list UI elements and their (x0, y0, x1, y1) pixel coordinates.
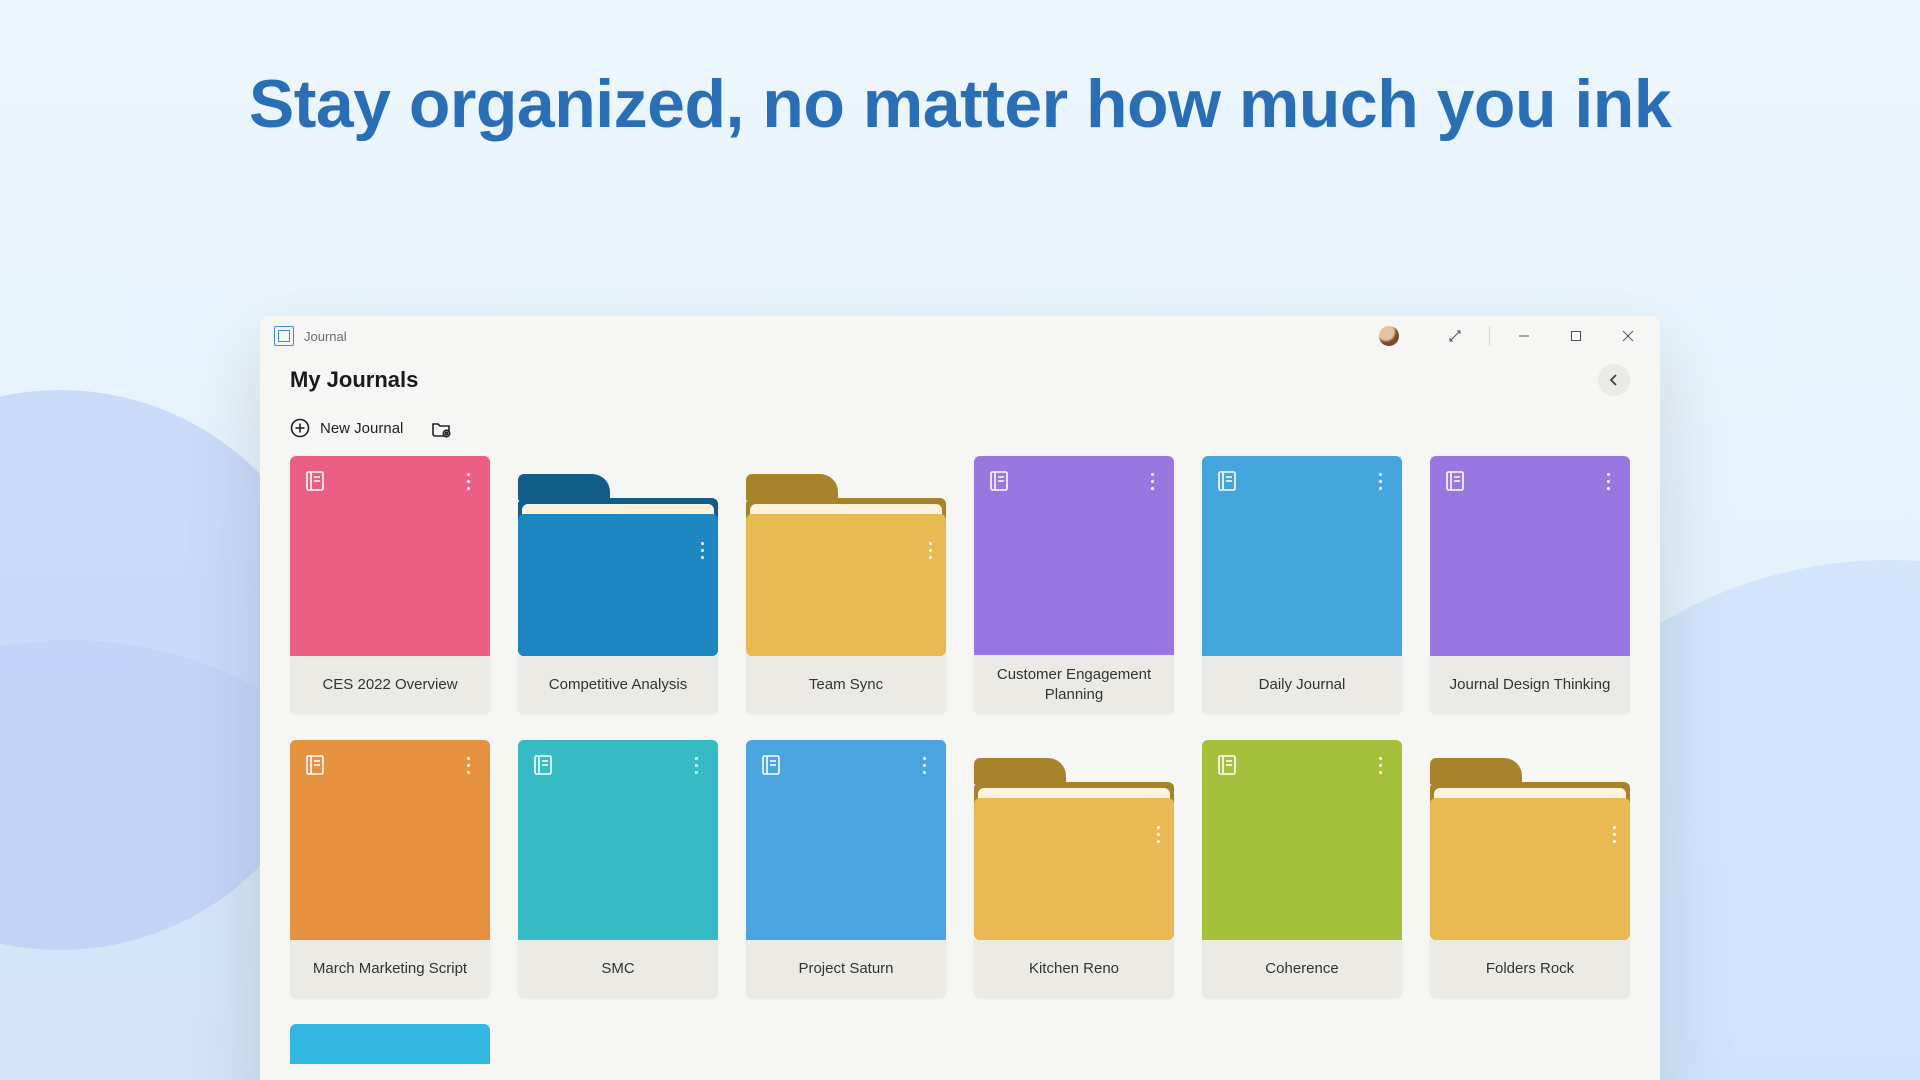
card-label: Kitchen Reno (974, 940, 1174, 998)
window-close-button[interactable] (1602, 316, 1654, 356)
journal-card[interactable]: Customer Engagement Planning (974, 456, 1174, 714)
more-icon[interactable] (929, 542, 932, 559)
new-journal-button[interactable]: New Journal (290, 418, 403, 438)
app-window: Journal My Journals (260, 316, 1660, 1080)
journal-icon (988, 470, 1010, 497)
collapse-button[interactable] (1598, 364, 1630, 396)
card-label: SMC (518, 940, 718, 998)
card-label: Competitive Analysis (518, 656, 718, 714)
journal-card[interactable]: Daily Journal (1202, 456, 1402, 714)
journal-icon (760, 754, 782, 781)
more-icon[interactable] (1372, 754, 1388, 776)
journal-card[interactable]: Journal Design Thinking (1430, 456, 1630, 714)
titlebar: Journal (260, 316, 1660, 356)
more-icon[interactable] (1372, 470, 1388, 492)
card-label: CES 2022 Overview (290, 656, 490, 714)
more-icon[interactable] (1600, 470, 1616, 492)
folder-card[interactable]: Competitive Analysis (518, 456, 718, 714)
card-label: Project Saturn (746, 940, 946, 998)
more-icon[interactable] (1157, 826, 1160, 843)
folder-gear-icon (431, 418, 451, 438)
expand-button[interactable] (1429, 316, 1481, 356)
card-label: Coherence (1202, 940, 1402, 998)
card-label: Team Sync (746, 656, 946, 714)
journal-icon (304, 470, 326, 497)
folder-card[interactable]: Kitchen Reno (974, 740, 1174, 998)
folder-settings-button[interactable] (431, 418, 451, 438)
journal-icon (1216, 470, 1238, 497)
more-icon[interactable] (1613, 826, 1616, 843)
more-icon[interactable] (916, 754, 932, 776)
user-avatar[interactable] (1379, 326, 1399, 346)
card-label: Journal Design Thinking (1430, 656, 1630, 714)
titlebar-separator (1489, 326, 1490, 346)
journal-icon (532, 754, 554, 781)
more-icon[interactable] (701, 542, 704, 559)
section-title: My Journals (290, 367, 418, 393)
more-icon[interactable] (460, 470, 476, 492)
card-label: Folders Rock (1430, 940, 1630, 998)
card-label: March Marketing Script (290, 940, 490, 998)
new-journal-label: New Journal (320, 420, 403, 437)
folder-card[interactable]: Team Sync (746, 456, 946, 714)
more-icon[interactable] (460, 754, 476, 776)
card-label: Daily Journal (1202, 656, 1402, 714)
app-title: Journal (304, 329, 347, 344)
journal-icon (1444, 470, 1466, 497)
plus-circle-icon (290, 418, 310, 438)
journal-card[interactable]: SMC (518, 740, 718, 998)
journal-card[interactable]: Coherence (1202, 740, 1402, 998)
journal-icon (1216, 754, 1238, 781)
journal-card[interactable]: March Marketing Script (290, 740, 490, 998)
window-minimize-button[interactable] (1498, 316, 1550, 356)
more-icon[interactable] (1144, 470, 1160, 492)
app-logo-icon (274, 326, 294, 346)
more-icon[interactable] (688, 754, 704, 776)
journal-card-partial[interactable] (290, 1024, 490, 1064)
folder-card[interactable]: Folders Rock (1430, 740, 1630, 998)
window-maximize-button[interactable] (1550, 316, 1602, 356)
card-label: Customer Engagement Planning (974, 655, 1174, 714)
hero-tagline: Stay organized, no matter how much you i… (0, 65, 1920, 143)
journal-card[interactable]: CES 2022 Overview (290, 456, 490, 714)
journal-card[interactable]: Project Saturn (746, 740, 946, 998)
journal-icon (304, 754, 326, 781)
